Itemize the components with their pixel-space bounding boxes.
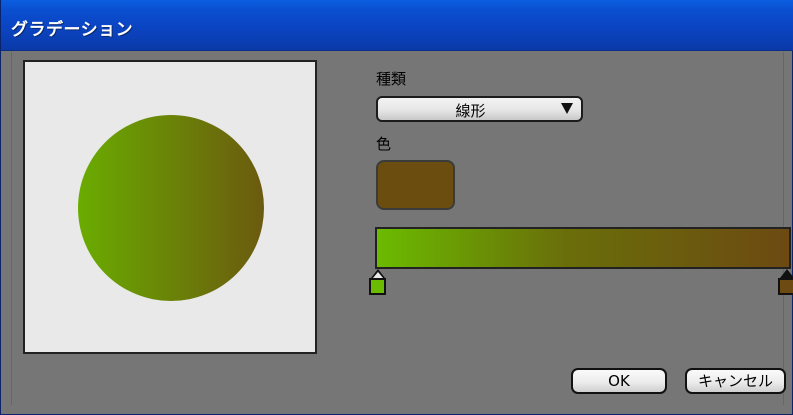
gradient-bar[interactable] <box>375 227 791 269</box>
ok-button[interactable]: OK <box>571 368 667 394</box>
color-swatch[interactable] <box>376 160 455 210</box>
type-label: 種類 <box>376 70 407 88</box>
gradient-type-dropdown[interactable]: 線形 <box>376 96 583 122</box>
title-bar[interactable]: グラデーション <box>1 0 793 51</box>
stop-color-square <box>778 278 793 295</box>
preview-circle <box>78 115 264 301</box>
gradient-stop-start[interactable] <box>369 269 387 295</box>
gradient-preview <box>23 60 317 354</box>
cancel-button[interactable]: キャンセル <box>685 368 786 394</box>
color-label: 色 <box>376 135 392 153</box>
window-title: グラデーション <box>11 20 134 40</box>
gradient-type-value: 線形 <box>455 102 486 120</box>
dropdown-arrow-icon <box>561 103 573 114</box>
gradient-dialog: グラデーション 種類 線形 色 OK キャンセル <box>0 0 793 415</box>
stop-color-square <box>369 278 386 295</box>
gradient-stop-end[interactable] <box>778 269 793 295</box>
